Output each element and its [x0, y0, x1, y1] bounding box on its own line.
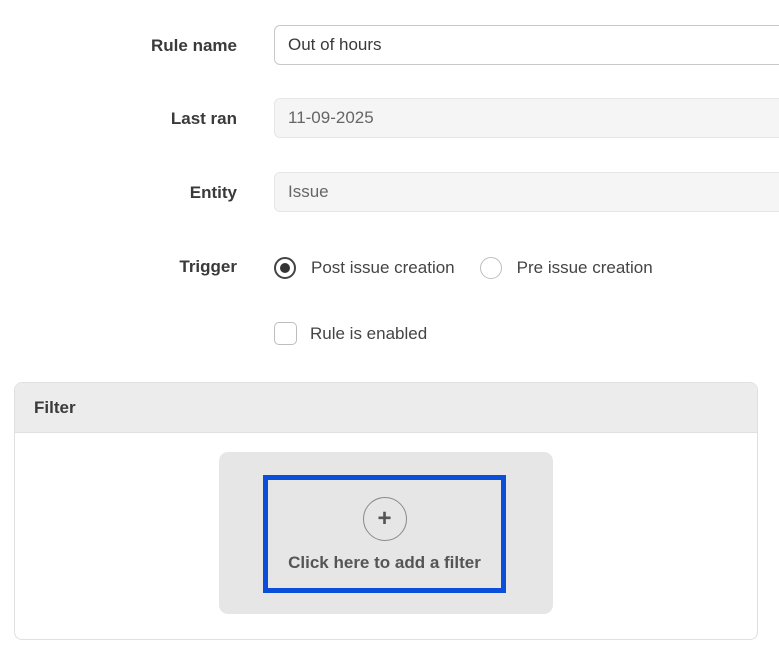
- rule-enabled-checkbox-row[interactable]: Rule is enabled: [274, 322, 427, 345]
- radio-checked-icon[interactable]: [274, 257, 296, 279]
- rule-name-label: Rule name: [151, 36, 237, 55]
- trigger-option-post-issue-creation[interactable]: Post issue creation: [274, 257, 455, 279]
- trigger-option-label: Pre issue creation: [516, 258, 653, 277]
- rule-enabled-checkbox[interactable]: [274, 322, 297, 345]
- radio-unchecked-icon[interactable]: [479, 257, 502, 279]
- filter-drop-zone: + Click here to add a filter: [219, 452, 553, 614]
- add-filter-button[interactable]: + Click here to add a filter: [263, 475, 506, 593]
- add-filter-label: Click here to add a filter: [288, 553, 481, 572]
- filter-panel-title: Filter: [15, 383, 757, 433]
- entity-field: [274, 172, 779, 212]
- trigger-option-label: Post issue creation: [311, 258, 455, 277]
- filter-panel: Filter + Click here to add a filter: [14, 382, 758, 640]
- trigger-option-pre-issue-creation[interactable]: Pre issue creation: [479, 257, 653, 279]
- entity-label: Entity: [189, 183, 237, 202]
- plus-icon[interactable]: +: [362, 497, 407, 541]
- last-ran-label: Last ran: [170, 109, 237, 128]
- last-ran-field: [274, 98, 779, 138]
- trigger-radio-group: Post issue creation Pre issue creation: [274, 257, 653, 279]
- rule-enabled-label: Rule is enabled: [310, 323, 428, 343]
- rule-name-input[interactable]: [274, 25, 779, 65]
- trigger-label: Trigger: [179, 257, 237, 276]
